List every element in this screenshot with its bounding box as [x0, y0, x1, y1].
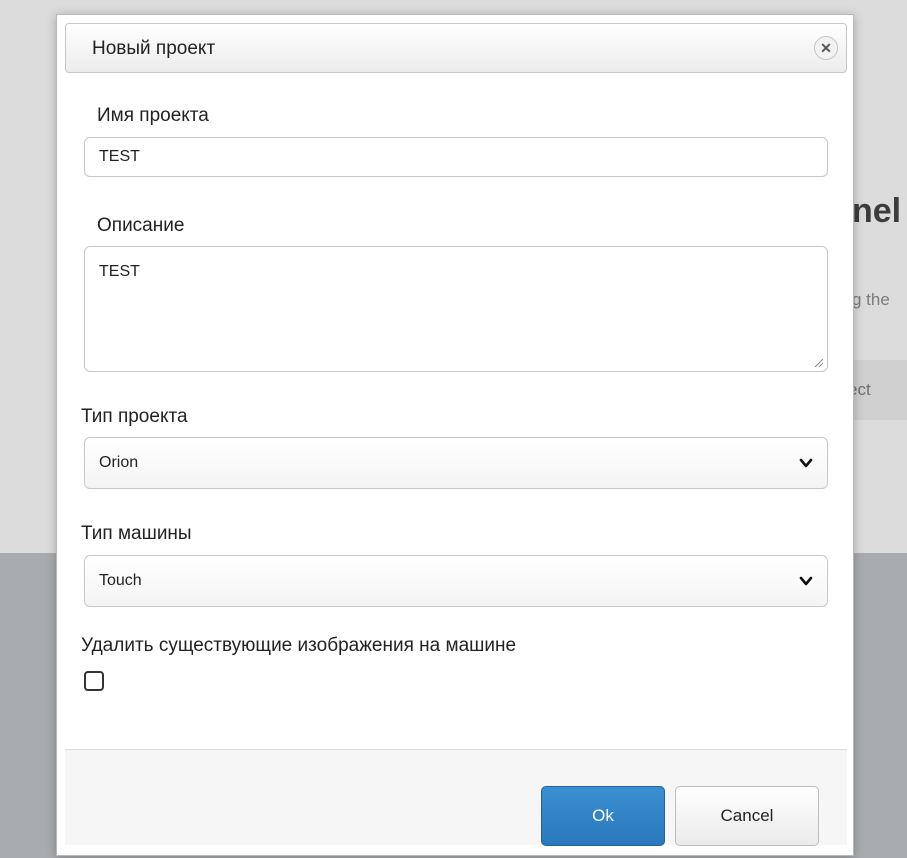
close-button[interactable]: ✕	[814, 36, 838, 60]
background-heading: nel	[852, 192, 902, 230]
close-icon: ✕	[820, 40, 832, 56]
project-name-label: Имя проекта	[97, 105, 209, 126]
cancel-button[interactable]: Cancel	[675, 786, 819, 846]
description-textarea[interactable]: TEST	[84, 246, 828, 372]
description-label: Описание	[97, 215, 185, 236]
background-subtitle: g the	[852, 290, 890, 309]
machine-type-label: Тип машины	[81, 523, 192, 544]
dialog-title: Новый проект	[92, 38, 216, 59]
project-type-value: Orion	[99, 454, 139, 471]
project-name-input[interactable]: TEST	[84, 137, 828, 177]
dialog-footer: Ok Cancel	[65, 749, 847, 846]
ok-button[interactable]: Ok	[541, 786, 665, 846]
machine-type-value: Touch	[99, 572, 142, 589]
description-value: TEST	[99, 263, 140, 280]
dialog-titlebar: Новый проект ✕	[65, 23, 847, 73]
project-type-label: Тип проекта	[81, 406, 188, 427]
project-type-select[interactable]: Orion	[84, 437, 828, 489]
delete-images-checkbox[interactable]	[84, 671, 104, 691]
resize-handle-icon[interactable]	[813, 357, 823, 367]
machine-type-select[interactable]: Touch	[84, 555, 828, 607]
chevron-down-icon	[799, 576, 813, 586]
delete-images-label: Удалить существующие изображения на маши…	[81, 635, 517, 656]
new-project-dialog: Новый проект ✕ Имя проекта TEST Описание…	[56, 14, 854, 856]
chevron-down-icon	[799, 458, 813, 468]
